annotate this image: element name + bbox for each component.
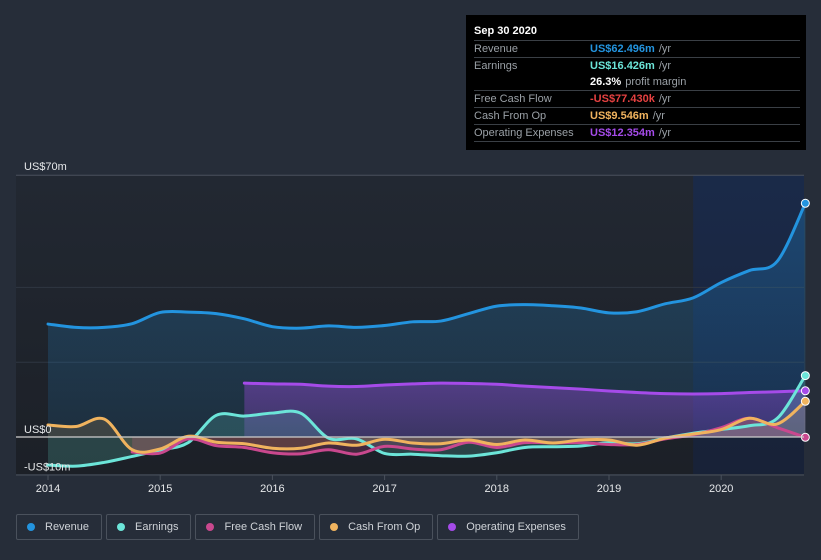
tooltip-row-profit-margin: 26.3% profit margin xyxy=(474,74,800,91)
legend-item-earnings[interactable]: Earnings xyxy=(106,514,192,540)
legend-label: Earnings xyxy=(135,521,179,533)
revenue-endpoint-marker[interactable] xyxy=(800,198,810,208)
legend-item-operating-expenses[interactable]: Operating Expenses xyxy=(437,514,579,540)
tooltip-label: Free Cash Flow xyxy=(474,93,552,105)
tooltip-unit: /yr xyxy=(658,43,672,55)
tooltip-row-cash-from-op: Cash From Op US$9.546m /yr xyxy=(474,108,800,125)
y-tick-label: -US$10m xyxy=(24,461,70,473)
x-tick-label: 2018 xyxy=(485,483,509,495)
tooltip-row-earnings: Earnings US$16.426m /yr xyxy=(474,58,800,74)
legend-dot-icon xyxy=(330,523,339,531)
legend-dot-icon xyxy=(206,523,215,531)
legend-dot-icon xyxy=(117,523,126,531)
x-axis: 2014 2015 2016 2017 2018 2019 2020 xyxy=(36,475,733,495)
earnings-endpoint-marker[interactable] xyxy=(800,371,810,381)
x-tick-label: 2015 xyxy=(148,483,172,495)
tooltip-unit: profit margin xyxy=(625,76,687,88)
chart-legend: Revenue Earnings Free Cash Flow Cash Fro… xyxy=(16,514,579,540)
legend-label: Cash From Op xyxy=(348,521,421,533)
tooltip-date: Sep 30 2020 xyxy=(474,23,800,41)
tooltip-value: 26.3% xyxy=(590,76,622,88)
tooltip-label: Earnings xyxy=(474,60,518,72)
tooltip-row-operating-expenses: Operating Expenses US$12.354m /yr xyxy=(474,125,800,142)
tooltip-label: Revenue xyxy=(474,43,519,55)
x-tick-label: 2016 xyxy=(260,483,284,495)
tooltip-row-free-cash-flow: Free Cash Flow -US$77.430k /yr xyxy=(474,91,800,108)
tooltip-value: US$16.426m xyxy=(590,60,655,72)
legend-label: Free Cash Flow xyxy=(224,521,303,533)
data-tooltip: Sep 30 2020 Revenue US$62.496m /yr Earni… xyxy=(466,15,806,150)
tooltip-label: Cash From Op xyxy=(474,110,547,122)
x-tick-label: 2019 xyxy=(597,483,621,495)
x-tick-label: 2017 xyxy=(372,483,396,495)
cash-from-op-endpoint-marker[interactable] xyxy=(800,396,810,406)
tooltip-value: US$62.496m xyxy=(590,43,655,55)
legend-item-cash-from-op[interactable]: Cash From Op xyxy=(319,514,434,540)
y-tick-label: US$0 xyxy=(24,424,52,436)
tooltip-value: -US$77.430k xyxy=(590,93,655,105)
operating-expenses-endpoint-marker[interactable] xyxy=(800,386,810,396)
tooltip-row-revenue: Revenue US$62.496m /yr xyxy=(474,41,800,58)
legend-item-revenue[interactable]: Revenue xyxy=(16,514,103,540)
tooltip-unit: /yr xyxy=(658,93,672,105)
y-tick-label: US$70m xyxy=(24,161,67,173)
tooltip-value: US$12.354m xyxy=(590,127,655,139)
tooltip-unit: /yr xyxy=(652,110,665,122)
legend-dot-icon xyxy=(27,523,35,531)
legend-label: Operating Expenses xyxy=(466,521,566,533)
legend-item-free-cash-flow[interactable]: Free Cash Flow xyxy=(195,514,316,540)
tooltip-label xyxy=(474,74,590,90)
tooltip-value: US$9.546m xyxy=(590,110,649,122)
legend-label: Revenue xyxy=(45,521,90,533)
legend-dot-icon xyxy=(448,523,457,531)
tooltip-unit: /yr xyxy=(658,60,672,72)
x-tick-label: 2014 xyxy=(36,483,60,495)
tooltip-label: Operating Expenses xyxy=(474,127,574,139)
x-tick-label: 2020 xyxy=(709,483,733,495)
tooltip-unit: /yr xyxy=(658,127,672,139)
